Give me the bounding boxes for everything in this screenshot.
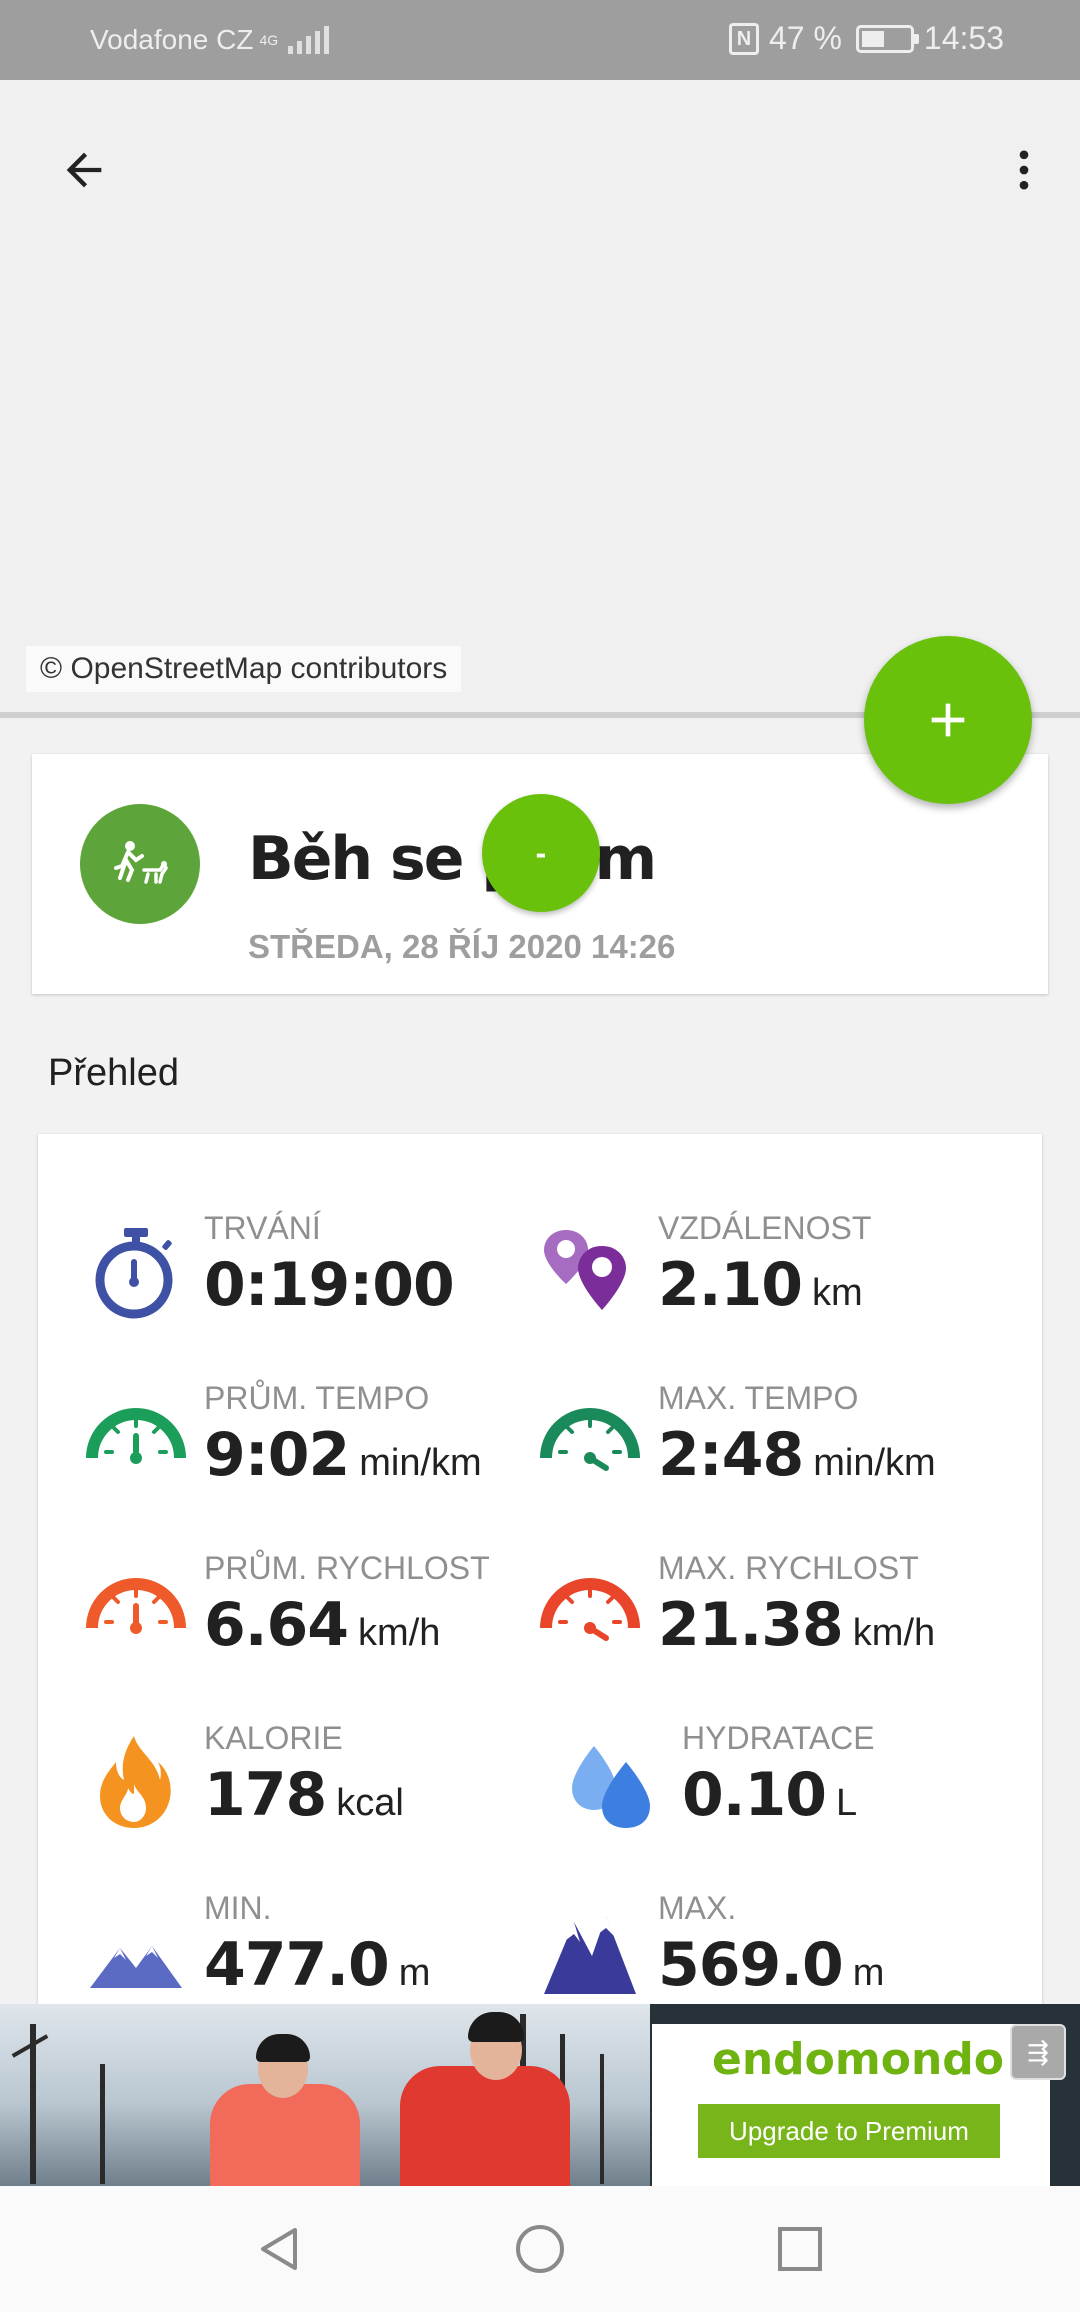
water-drops-icon: [572, 1746, 650, 1828]
stat-hydration: HYDRATACE 0.10 L: [564, 1720, 1034, 1870]
speedometer-icon: [86, 1578, 186, 1634]
stat-label: MAX. RYCHLOST: [658, 1550, 919, 1586]
speedometer-max-icon: [540, 1408, 640, 1471]
stat-max-speed: MAX. RYCHLOST 21.38 km/h: [540, 1550, 1010, 1700]
add-button[interactable]: [864, 636, 1032, 804]
stat-duration: TRVÁNÍ 0:19:00: [86, 1210, 556, 1360]
overview-stats-card: TRVÁNÍ 0:19:00 VZDÁLENOST 2.10 km PRŮM. T…: [38, 1134, 1042, 2014]
stat-number: 569.0: [658, 1930, 844, 2000]
stat-avg-pace: PRŮM. TEMPO 9:02 min/km: [86, 1380, 556, 1530]
system-nav-bar: [0, 2186, 1080, 2312]
more-options-button[interactable]: [992, 138, 1056, 202]
clock: 14:53: [923, 20, 1004, 56]
stat-max-altitude: MAX. 569.0 m: [540, 1890, 1010, 2014]
workout-date: STŘEDA, 28 ŘÍJ 2020 14:26: [248, 928, 676, 965]
battery-icon: [855, 24, 919, 53]
nav-home-button[interactable]: [510, 2219, 570, 2279]
nfc-icon: N: [728, 22, 759, 55]
stat-number: 0.10: [682, 1760, 827, 1830]
signal-icon: [288, 26, 330, 54]
stat-unit: L: [836, 1782, 858, 1824]
stat-number: 2:48: [658, 1420, 804, 1490]
nav-home-icon: [516, 2225, 564, 2273]
network-type: 4G: [259, 32, 279, 48]
ad-photo: [0, 2004, 650, 2186]
stat-distance: VZDÁLENOST 2.10 km: [540, 1210, 1010, 1360]
nav-back-button[interactable]: [250, 2219, 310, 2279]
stat-label: MIN.: [204, 1890, 272, 1926]
back-button[interactable]: [52, 138, 116, 202]
carrier-info: Vodafone CZ 4G: [90, 24, 330, 56]
overview-title: Přehled: [48, 1052, 179, 1094]
flame-icon: [100, 1736, 171, 1828]
stat-number: 178: [204, 1760, 327, 1830]
stat-number: 2.10: [658, 1250, 803, 1320]
stat-label: PRŮM. TEMPO: [204, 1380, 430, 1416]
map-view[interactable]: © OpenStreetMap contributors: [0, 80, 1080, 720]
more-vert-icon: [1019, 150, 1029, 190]
battery-percent: 47 %: [768, 20, 842, 56]
stat-label: VZDÁLENOST: [658, 1210, 872, 1246]
stat-unit: kcal: [336, 1782, 404, 1824]
plus-icon: [931, 703, 965, 737]
stat-calories: KALORIE 178 kcal: [86, 1720, 556, 1870]
stat-unit: min/km: [813, 1442, 936, 1484]
stat-number: 0:19:00: [204, 1250, 455, 1320]
running-with-dog-icon: [114, 841, 169, 884]
stat-min-altitude: MIN. 477.0 m: [86, 1890, 556, 2014]
stat-number: 21.38: [658, 1590, 844, 1660]
stopwatch-icon: [95, 1228, 173, 1319]
stat-value: 2:48 min/km: [658, 1420, 936, 1490]
stat-label: HYDRATACE: [682, 1720, 875, 1756]
stat-value: 0.10 L: [682, 1760, 857, 1830]
ad-choices-icon[interactable]: ⇶: [1010, 2024, 1066, 2080]
speedometer-icon: [86, 1408, 186, 1464]
nav-back-icon: [261, 2228, 297, 2270]
stat-label: MAX.: [658, 1890, 737, 1926]
stat-label: MAX. TEMPO: [658, 1380, 859, 1416]
stat-number: 9:02: [204, 1420, 350, 1490]
nav-recents-button[interactable]: [770, 2219, 830, 2279]
arrow-back-icon: [66, 152, 102, 188]
mountains-high-icon: [544, 1916, 636, 1994]
map-pins-icon: [544, 1230, 626, 1310]
stat-value: 21.38 km/h: [658, 1590, 935, 1660]
stat-max-pace: MAX. TEMPO 2:48 min/km: [540, 1380, 1010, 1530]
stat-value: 569.0 m: [658, 1930, 884, 2000]
stat-value: 2.10 km: [658, 1250, 863, 1320]
stat-unit: km/h: [358, 1612, 441, 1654]
stat-label: TRVÁNÍ: [204, 1210, 321, 1246]
stat-avg-speed: PRŮM. RYCHLOST 6.64 km/h: [86, 1550, 556, 1700]
sport-badge: [80, 804, 200, 924]
stat-value: 178 kcal: [204, 1760, 404, 1830]
stat-value: 6.64 km/h: [204, 1590, 440, 1660]
stat-value: 477.0 m: [204, 1930, 430, 2000]
ad-banner[interactable]: endomondo Upgrade to Premium ⇶: [0, 2004, 1080, 2186]
stat-number: 6.64: [204, 1590, 349, 1660]
stat-unit: km/h: [852, 1612, 936, 1654]
stat-value: 0:19:00: [204, 1250, 464, 1320]
stat-unit: m: [852, 1952, 885, 1994]
stat-unit: km: [812, 1272, 863, 1314]
ad-brand: endomondo: [712, 2034, 1005, 2085]
stat-number: 477.0: [204, 1930, 390, 2000]
overlay-bubble-label: -: [535, 834, 547, 871]
upgrade-premium-button[interactable]: Upgrade to Premium: [698, 2104, 1000, 2158]
status-right: N 47 % 14:53: [728, 20, 1004, 57]
stat-unit: m: [398, 1952, 431, 1994]
mountains-low-icon: [90, 1946, 182, 1988]
nav-recents-icon: [778, 2227, 822, 2271]
status-bar: Vodafone CZ 4G N 47 % 14:53: [0, 0, 1080, 80]
carrier-name: Vodafone CZ: [90, 24, 254, 55]
floating-overlay-bubble[interactable]: -: [482, 794, 600, 912]
stat-unit: min/km: [359, 1442, 482, 1484]
stat-label: PRŮM. RYCHLOST: [204, 1550, 490, 1586]
map-attribution[interactable]: © OpenStreetMap contributors: [26, 646, 462, 692]
stat-value: 9:02 min/km: [204, 1420, 482, 1490]
stat-label: KALORIE: [204, 1720, 343, 1756]
speedometer-max-icon: [540, 1578, 640, 1641]
